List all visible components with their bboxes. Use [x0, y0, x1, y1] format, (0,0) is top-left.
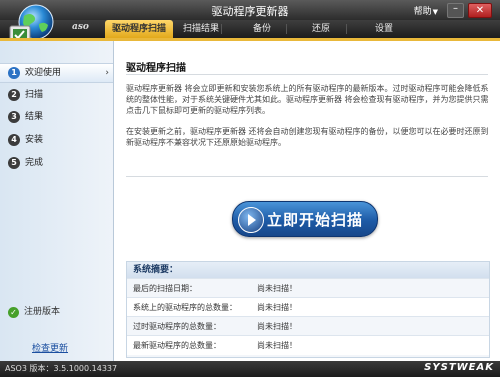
- summary-row: 过时驱动程序的总数量： 尚未扫描！: [127, 316, 489, 336]
- brand-logo-text: aso: [72, 22, 89, 32]
- summary-row-value: 尚未扫描！: [257, 303, 297, 312]
- chevron-right-icon: ›: [105, 68, 109, 78]
- system-summary-panel: 系统摘要： 最后的扫描日期： 尚未扫描！ 系统上的驱动程序的总数量： 尚未扫描！…: [126, 261, 490, 358]
- summary-row-label: 系统上的驱动程序的总数量：: [133, 303, 237, 312]
- tab-scan-results[interactable]: 扫描结果: [176, 20, 226, 38]
- step-label: 完成: [25, 158, 44, 168]
- step-number-badge: 1: [8, 67, 20, 79]
- summary-row: 最新驱动程序的总数量： 尚未扫描！: [127, 335, 489, 355]
- title-bar: 驱动程序更新器 帮助▼ – ✕: [0, 0, 500, 20]
- close-button[interactable]: ✕: [468, 3, 492, 18]
- summary-row-label: 最后的扫描日期：: [133, 284, 197, 293]
- summary-row: 最后的扫描日期： 尚未扫描！: [127, 278, 489, 298]
- divider: [126, 74, 488, 75]
- summary-row-label: 最新驱动程序的总数量：: [133, 341, 221, 350]
- tab-restore[interactable]: 还原: [301, 20, 341, 38]
- summary-row-value: 尚未扫描！: [257, 322, 297, 331]
- minimize-button[interactable]: –: [447, 3, 464, 18]
- divider: [126, 176, 488, 177]
- backup-note-paragraph: 在安装更新之前，驱动程序更新器 还将会自动创建您现有驱动程序的备份，以便您可以在…: [126, 127, 489, 147]
- step-label: 安装: [25, 135, 44, 145]
- sidebar-step-finish[interactable]: 5 完成: [0, 154, 113, 172]
- sidebar-step-install[interactable]: 4 安装: [0, 131, 113, 149]
- step-label: 扫描: [25, 90, 44, 100]
- summary-row: 系统上的驱动程序的总数量： 尚未扫描！: [127, 297, 489, 317]
- start-scan-button[interactable]: 立即开始扫描: [232, 201, 378, 237]
- summary-title: 系统摘要：: [127, 262, 489, 278]
- sidebar: 1 欢迎使用 › 2 扫描 3 结果 4 安装 5 完成 ✓ 注册版本 检查更新: [0, 41, 114, 361]
- tab-divider: [286, 24, 287, 34]
- play-icon: [238, 207, 264, 233]
- help-label: 帮助: [413, 7, 432, 17]
- check-update-link[interactable]: 检查更新: [32, 341, 68, 354]
- checkmark-icon: ✓: [8, 307, 19, 318]
- step-label: 欢迎使用: [25, 68, 62, 78]
- tab-backup[interactable]: 备份: [242, 20, 282, 38]
- main-panel: 驱动程序扫描 驱动程序更新器 将会立即更新和安装您系统上的所有驱动程序的最新版本…: [114, 41, 500, 361]
- sidebar-step-welcome[interactable]: 1 欢迎使用 ›: [0, 63, 113, 83]
- description-paragraph: 驱动程序更新器 将会立即更新和安装您系统上的所有驱动程序的最新版本。过时驱动程序…: [126, 84, 489, 115]
- summary-row-value: 尚未扫描！: [257, 284, 297, 293]
- app-window: 驱动程序更新器 帮助▼ – ✕ 驱动程序扫描 扫描结果 备份 还原 设置 aso: [0, 0, 500, 377]
- help-menu[interactable]: 帮助▼: [414, 4, 438, 17]
- start-scan-label: 立即开始扫描: [267, 211, 364, 229]
- page-title: 驱动程序扫描: [126, 63, 186, 74]
- step-label: 结果: [25, 112, 44, 122]
- chevron-down-icon: ▼: [432, 8, 438, 16]
- step-number-badge: 2: [8, 89, 20, 101]
- status-bar: ASO3 版本：3.5.1000.14337 SYSTWEAK: [0, 361, 500, 377]
- sidebar-step-scan[interactable]: 2 扫描: [0, 86, 113, 104]
- step-number-badge: 4: [8, 134, 20, 146]
- step-number-badge: 5: [8, 157, 20, 169]
- summary-row-value: 尚未扫描！: [257, 341, 297, 350]
- vendor-logo: SYSTWEAK: [424, 362, 494, 373]
- tab-settings[interactable]: 设置: [364, 20, 404, 38]
- tab-driver-scan[interactable]: 驱动程序扫描: [105, 20, 173, 38]
- sidebar-step-results[interactable]: 3 结果: [0, 108, 113, 126]
- tab-divider: [346, 24, 347, 34]
- summary-row-label: 过时驱动程序的总数量：: [133, 322, 221, 331]
- registered-label: 注册版本: [24, 307, 61, 317]
- version-text: ASO3 版本：3.5.1000.14337: [5, 364, 118, 373]
- step-number-badge: 3: [8, 111, 20, 123]
